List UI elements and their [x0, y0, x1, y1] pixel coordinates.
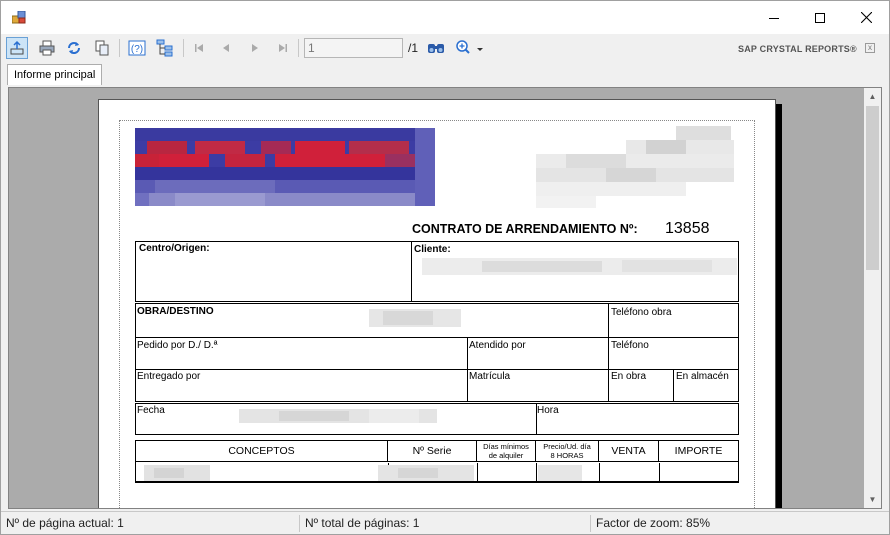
atendido-por-label: Atendido por: [469, 340, 526, 351]
maximize-icon: [815, 12, 825, 23]
status-bar: Nº de página actual: 1 Nº total de págin…: [1, 511, 889, 534]
table-header-row: CONCEPTOS Nº Serie Días mínimos de alquil…: [136, 441, 738, 462]
group-tree-icon: [156, 39, 173, 57]
fecha-value: [239, 409, 437, 423]
tab-informe-principal[interactable]: Informe principal: [7, 64, 103, 85]
company-logo: [135, 128, 435, 206]
page-total-label: /1: [408, 41, 419, 55]
next-page-icon: [252, 44, 258, 52]
scroll-up-icon[interactable]: ▲: [864, 88, 881, 105]
find-icon: [428, 44, 444, 53]
company-info-block: [536, 126, 734, 208]
export-icon: [10, 40, 24, 55]
pedido-por-label: Pedido por D./ D.ª: [137, 340, 218, 351]
brand-label: SAP CRYSTAL REPORTS®: [738, 44, 857, 54]
close-icon: [860, 12, 872, 23]
toolbar: (?) /1 SAP CRYSTAL REPORTS® x: [1, 34, 889, 62]
col-dias-line2: de alquiler: [488, 451, 524, 460]
hora-label: Hora: [537, 405, 559, 416]
report-viewer-window: (?) /1 SAP CRYSTAL REPORTS® x Infor: [0, 0, 890, 535]
previous-page-icon: [223, 44, 229, 52]
en-almacen-label: En almacén: [676, 371, 729, 382]
zoom-icon: [456, 40, 483, 54]
report-page: CONTRATO DE ARRENDAMIENTO Nº: 13858 Cent…: [98, 99, 776, 508]
serie-value: [378, 465, 474, 481]
col-serie: Nº Serie: [388, 441, 477, 462]
maximize-button[interactable]: [797, 1, 843, 34]
find-button[interactable]: [425, 37, 447, 59]
cliente-value: [422, 258, 737, 275]
fecha-label: Fecha: [137, 405, 165, 416]
minimize-icon: [769, 17, 779, 19]
previous-page-button[interactable]: [215, 37, 237, 59]
help-button[interactable]: (?): [126, 37, 148, 59]
en-obra-label: En obra: [611, 371, 647, 382]
hora-box: [536, 403, 739, 435]
col-precio-line2: 8 HORAS: [550, 451, 584, 460]
toolbar-separator: [298, 39, 299, 57]
toolbar-separator: [183, 39, 184, 57]
next-page-button[interactable]: [244, 37, 266, 59]
col-precio: Precio/Ud. día 8 HORAS: [536, 441, 599, 462]
help-icon: (?): [128, 40, 146, 56]
col-venta: VENTA: [599, 441, 659, 462]
toolbar-separator: [119, 39, 120, 57]
scroll-thumb[interactable]: [866, 106, 879, 270]
page-number-input[interactable]: [304, 38, 403, 58]
zoom-dropdown-button[interactable]: [453, 37, 485, 59]
obra-destino-label: OBRA/DESTINO: [137, 306, 214, 317]
refresh-button[interactable]: [63, 37, 85, 59]
contract-title: CONTRATO DE ARRENDAMIENTO Nº:: [412, 222, 638, 236]
precio-value: [538, 465, 582, 481]
copy-button[interactable]: [91, 37, 113, 59]
first-page-icon: [195, 44, 203, 52]
export-button[interactable]: [6, 37, 28, 59]
report-viewer-area[interactable]: CONTRATO DE ARRENDAMIENTO Nº: 13858 Cent…: [8, 87, 882, 509]
col-precio-line1: Precio/Ud. día: [543, 442, 591, 451]
col-importe: IMPORTE: [674, 445, 723, 457]
centro-origen-label: Centro/Origen:: [139, 243, 210, 254]
status-zoom: Factor de zoom: 85%: [590, 515, 886, 532]
table-row: [136, 463, 738, 482]
telefono-label: Teléfono: [611, 340, 649, 351]
refresh-icon: [68, 42, 80, 54]
minimize-button[interactable]: [751, 1, 797, 34]
svg-text:(?): (?): [131, 44, 143, 55]
entregado-por-label: Entregado por: [137, 371, 201, 382]
close-button[interactable]: [843, 1, 889, 34]
concepto-value: [144, 465, 210, 481]
group-tree-button[interactable]: [154, 37, 176, 59]
cliente-label: Cliente:: [414, 244, 451, 255]
status-total-pages: Nº total de páginas: 1: [299, 515, 590, 532]
brand-close-button[interactable]: x: [865, 43, 875, 53]
vertical-scrollbar[interactable]: ▲ ▼: [864, 88, 881, 508]
telefono-obra-label: Teléfono obra: [611, 307, 672, 318]
col-dias-line1: Días mínimos: [483, 442, 529, 451]
obra-destino-value: [369, 309, 461, 327]
title-bar: [1, 1, 889, 34]
last-page-button[interactable]: [272, 37, 294, 59]
tab-strip: Informe principal: [1, 62, 889, 86]
matricula-label: Matrícula: [469, 371, 511, 382]
scroll-down-icon[interactable]: ▼: [864, 491, 881, 508]
last-page-icon: [279, 44, 287, 52]
contract-number: 13858: [665, 220, 710, 237]
print-icon: [39, 40, 55, 56]
status-current-page: Nº de página actual: 1: [6, 516, 124, 530]
conceptos-table: CONCEPTOS Nº Serie Días mínimos de alquil…: [135, 440, 739, 483]
col-dias-minimos: Días mínimos de alquiler: [477, 441, 536, 462]
copy-icon: [95, 40, 109, 56]
first-page-button[interactable]: [188, 37, 210, 59]
print-button[interactable]: [36, 37, 58, 59]
col-conceptos: CONCEPTOS: [136, 441, 388, 462]
app-icon: [12, 11, 26, 24]
